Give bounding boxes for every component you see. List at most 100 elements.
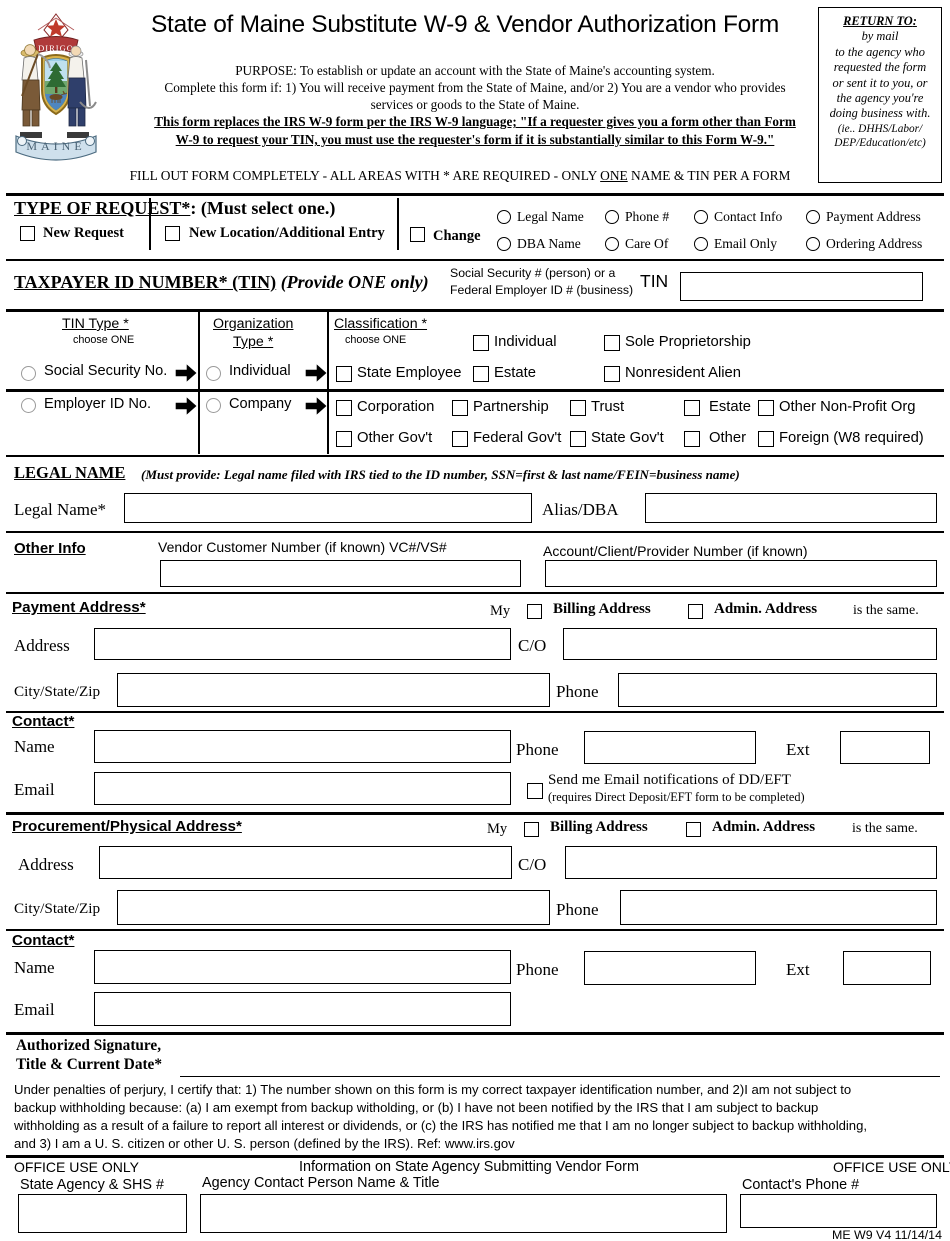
payment-contact-heading: Contact* [12, 713, 75, 730]
payment-contact-email-input[interactable] [94, 772, 511, 805]
tin-section-heading: TAXPAYER ID NUMBER* (TIN) (Provide ONE o… [14, 272, 429, 292]
divider-procurement-top [6, 812, 944, 815]
new-request-checkbox[interactable] [20, 226, 35, 241]
payment-same-post: is the same. [853, 603, 919, 618]
alias-dba-input[interactable] [645, 493, 937, 523]
classification-trust-checkbox[interactable] [570, 400, 586, 416]
svg-text:DIRIGO: DIRIGO [38, 43, 74, 53]
arrow-right-icon [175, 364, 197, 382]
classification-other-checkbox[interactable] [684, 431, 700, 447]
payment-same-admin-checkbox[interactable] [688, 604, 703, 619]
classification-state-govt-checkbox[interactable] [570, 431, 586, 447]
payment-contact-name-input[interactable] [94, 730, 511, 763]
perjury-line-2: backup withholding because: (a) I am exe… [14, 1100, 819, 1115]
state-agency-input[interactable] [18, 1194, 187, 1233]
vendor-number-label: Vendor Customer Number (if known) VC#/VS… [158, 539, 447, 555]
org-type-company-radio[interactable] [206, 398, 221, 413]
change-option-dba-name-radio[interactable] [497, 237, 511, 251]
change-option-ordering-address-radio[interactable] [806, 237, 820, 251]
contact-phone-input[interactable] [740, 1194, 937, 1228]
tin-input[interactable] [680, 272, 923, 301]
classification-other-nonprofit-checkbox[interactable] [758, 400, 774, 416]
divider-top-request [6, 193, 944, 196]
change-option-email-only-radio[interactable] [694, 237, 708, 251]
procurement-phone-label: Phone [556, 900, 599, 919]
alias-dba-label: Alias/DBA [542, 500, 619, 519]
signature-input[interactable] [180, 1076, 940, 1078]
payment-phone-input[interactable] [618, 673, 937, 707]
procurement-contact-name-input[interactable] [94, 950, 511, 984]
procurement-same-admin-checkbox[interactable] [686, 822, 701, 837]
classification-estate-company-label: Estate [709, 399, 751, 415]
classification-sole-proprietorship-checkbox[interactable] [604, 335, 620, 351]
classification-partnership-checkbox[interactable] [452, 400, 468, 416]
change-option-contact-info-radio[interactable] [694, 210, 708, 224]
arrow-right-icon [305, 397, 327, 415]
divider-payment-contact [6, 711, 944, 713]
procurement-contact-heading: Contact* [12, 932, 75, 949]
procurement-phone-input[interactable] [620, 890, 937, 925]
vendor-number-input[interactable] [160, 560, 521, 587]
agency-contact-input[interactable] [200, 1194, 727, 1233]
office-use-center-label: Information on State Agency Submitting V… [299, 1159, 639, 1175]
procurement-citystatezip-input[interactable] [117, 890, 550, 925]
org-type-heading-line-1: Organization [213, 316, 294, 332]
classification-foreign-checkbox[interactable] [758, 431, 774, 447]
new-location-checkbox[interactable] [165, 226, 180, 241]
payment-contact-phone-input[interactable] [584, 731, 756, 764]
payment-contact-ext-input[interactable] [840, 731, 930, 764]
dd-eft-notification-checkbox[interactable] [527, 783, 543, 799]
classification-corporation-checkbox[interactable] [336, 400, 352, 416]
payment-citystatezip-input[interactable] [117, 673, 550, 707]
procurement-co-input[interactable] [565, 846, 937, 879]
procurement-contact-name-label: Name [14, 958, 55, 977]
payment-co-input[interactable] [563, 628, 937, 660]
tin-type-ein-radio[interactable] [21, 398, 36, 413]
payment-same-billing-checkbox[interactable] [527, 604, 542, 619]
classification-other-govt-checkbox[interactable] [336, 431, 352, 447]
classification-nonresident-alien-checkbox[interactable] [604, 366, 620, 382]
procurement-address-input[interactable] [99, 846, 512, 879]
tin-hint-line-2: Federal Employer ID # (business) [450, 283, 634, 297]
change-option-legal-name-radio[interactable] [497, 210, 511, 224]
payment-same-admin-label: Admin. Address [714, 601, 818, 617]
return-to-small-1: (ie.. DHHS/Labor/ [837, 122, 923, 135]
change-option-legal-name-label: Legal Name [517, 209, 584, 224]
divider-tin-org [198, 312, 200, 454]
classification-state-employee-checkbox[interactable] [336, 366, 352, 382]
org-type-company-label: Company [229, 396, 292, 412]
new-request-label: New Request [43, 225, 124, 241]
change-option-payment-address-radio[interactable] [806, 210, 820, 224]
classification-subheading: choose ONE [345, 334, 407, 346]
classification-estate-individual-checkbox[interactable] [473, 366, 489, 382]
procurement-same-billing-checkbox[interactable] [524, 822, 539, 837]
procurement-contact-phone-input[interactable] [584, 951, 756, 985]
tin-type-subheading: choose ONE [73, 334, 135, 346]
change-option-phone-radio[interactable] [605, 210, 619, 224]
procurement-contact-ext-label: Ext [786, 960, 810, 979]
payment-address-label: Address [14, 636, 70, 655]
change-checkbox[interactable] [410, 227, 425, 242]
return-to-title: RETURN TO: [843, 14, 917, 28]
procurement-contact-email-input[interactable] [94, 992, 511, 1026]
legal-name-input[interactable] [124, 493, 532, 523]
change-option-care-of-radio[interactable] [605, 237, 619, 251]
classification-individual-checkbox[interactable] [473, 335, 489, 351]
classification-foreign-label: Foreign (W8 required) [779, 430, 924, 446]
org-type-individual-label: Individual [229, 363, 291, 379]
other-info-heading: Other Info [14, 540, 86, 557]
classification-federal-govt-checkbox[interactable] [452, 431, 468, 447]
procurement-contact-ext-input[interactable] [843, 951, 931, 985]
classification-state-govt-label: State Gov't [591, 430, 664, 446]
tin-type-ssn-radio[interactable] [21, 366, 36, 381]
procurement-same-pre: My [487, 821, 508, 837]
payment-address-heading: Payment Address* [12, 599, 146, 616]
account-number-label: Account/Client/Provider Number (if known… [543, 543, 808, 559]
org-type-individual-radio[interactable] [206, 366, 221, 381]
procurement-same-post: is the same. [852, 821, 918, 836]
account-number-input[interactable] [545, 560, 937, 587]
classification-estate-company-checkbox[interactable] [684, 400, 700, 416]
payment-address-input[interactable] [94, 628, 511, 660]
perjury-line-3: withholding as a result of a failure to … [14, 1118, 868, 1133]
agency-contact-label: Agency Contact Person Name & Title [202, 1175, 440, 1191]
